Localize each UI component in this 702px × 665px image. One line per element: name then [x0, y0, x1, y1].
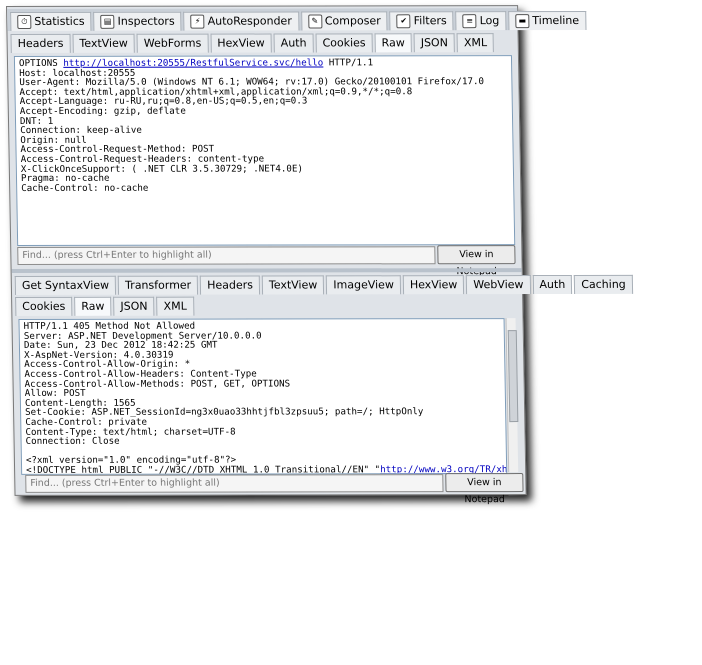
response-tab-textview[interactable]: TextView: [261, 275, 325, 295]
request-find-input[interactable]: Find... (press Ctrl+Enter to highlight a…: [17, 246, 436, 265]
response-tab-raw[interactable]: Raw: [74, 296, 112, 316]
tab-label: Inspectors: [117, 14, 175, 28]
response-tab-hexview[interactable]: HexView: [402, 275, 465, 295]
response-view-in-notepad-button[interactable]: View in Notepad: [445, 473, 524, 505]
request-tab-json[interactable]: JSON: [413, 33, 456, 53]
text-line: Cache-Control: no-cache: [21, 182, 149, 194]
response-tab-get-syntaxview[interactable]: Get SyntaxView: [14, 275, 117, 295]
response-tab-transformer[interactable]: Transformer: [117, 275, 199, 295]
timeline-icon: ▬: [515, 14, 530, 29]
request-tab-cookies[interactable]: Cookies: [315, 33, 373, 53]
scrollbar-thumb[interactable]: [507, 330, 519, 423]
tab-inspectors[interactable]: ▤ Inspectors: [93, 11, 182, 31]
response-scrollbar[interactable]: [505, 318, 519, 473]
tab-timeline[interactable]: ▬ Timeline: [508, 10, 587, 31]
tab-label: AutoResponder: [207, 14, 292, 28]
response-tab-bar-1: Get SyntaxView Transformer Headers TextView…: [12, 274, 633, 295]
tab-label: Timeline: [532, 13, 580, 28]
tab-label: Filters: [413, 14, 447, 28]
tab-statistics[interactable]: ⏱ Statistics: [10, 11, 92, 31]
request-tab-auth[interactable]: Auth: [273, 33, 314, 53]
response-tab-webview[interactable]: WebView: [466, 275, 531, 295]
lightning-icon: ⚡: [190, 14, 205, 29]
tab-autoresponder[interactable]: ⚡ AutoResponder: [183, 11, 299, 31]
response-raw-text[interactable]: HTTP/1.1 405 Method Not Allowed Server: A…: [18, 318, 508, 475]
response-tab-headers[interactable]: Headers: [199, 275, 261, 295]
request-tab-hexview[interactable]: HexView: [210, 33, 272, 53]
tab-filters[interactable]: ✔ Filters: [389, 11, 454, 31]
tab-label: Composer: [324, 14, 381, 28]
main-tab-bar: ⏱ Statistics ▤ Inspectors ⚡ AutoResponder ✎ Com…: [7, 8, 587, 31]
request-tab-raw[interactable]: Raw: [374, 33, 412, 53]
tab-composer[interactable]: ✎ Composer: [300, 11, 388, 31]
response-tab-json[interactable]: JSON: [113, 296, 155, 316]
checkbox-icon: ✔: [396, 14, 411, 29]
pane-splitter[interactable]: [11, 268, 522, 273]
response-tab-cookies[interactable]: Cookies: [15, 296, 73, 316]
response-tab-auth[interactable]: Auth: [532, 274, 573, 295]
tab-label: Log: [479, 14, 500, 28]
response-tab-xml[interactable]: XML: [156, 296, 194, 316]
request-tab-bar: Headers TextView WebForms HexView Auth Cookie…: [7, 32, 517, 53]
request-raw-text[interactable]: OPTIONS http://localhost:20555/RestfulSe…: [13, 55, 516, 246]
log-icon: ≡: [462, 14, 477, 29]
response-tab-bar-2: Cookies Raw JSON XML: [12, 295, 522, 316]
inspectors-icon: ▤: [100, 14, 115, 29]
response-find-input[interactable]: Find... (press Ctrl+Enter to highlight a…: [25, 474, 444, 493]
response-tab-caching[interactable]: Caching: [574, 274, 633, 294]
request-tab-headers[interactable]: Headers: [10, 33, 71, 53]
fiddler-window: ⏱ Statistics ▤ Inspectors ⚡ AutoResponder ✎ Com…: [6, 5, 633, 505]
request-tab-webforms[interactable]: WebForms: [136, 33, 209, 53]
pencil-icon: ✎: [307, 14, 322, 29]
tab-log[interactable]: ≡ Log: [455, 11, 507, 31]
stopwatch-icon: ⏱: [17, 14, 32, 29]
response-tab-imageview[interactable]: ImageView: [326, 275, 402, 295]
request-view-in-notepad-button[interactable]: View in Notepad: [437, 245, 516, 277]
tab-label: Statistics: [34, 14, 85, 28]
request-tab-xml[interactable]: XML: [456, 33, 495, 53]
request-tab-textview[interactable]: TextView: [72, 33, 135, 53]
